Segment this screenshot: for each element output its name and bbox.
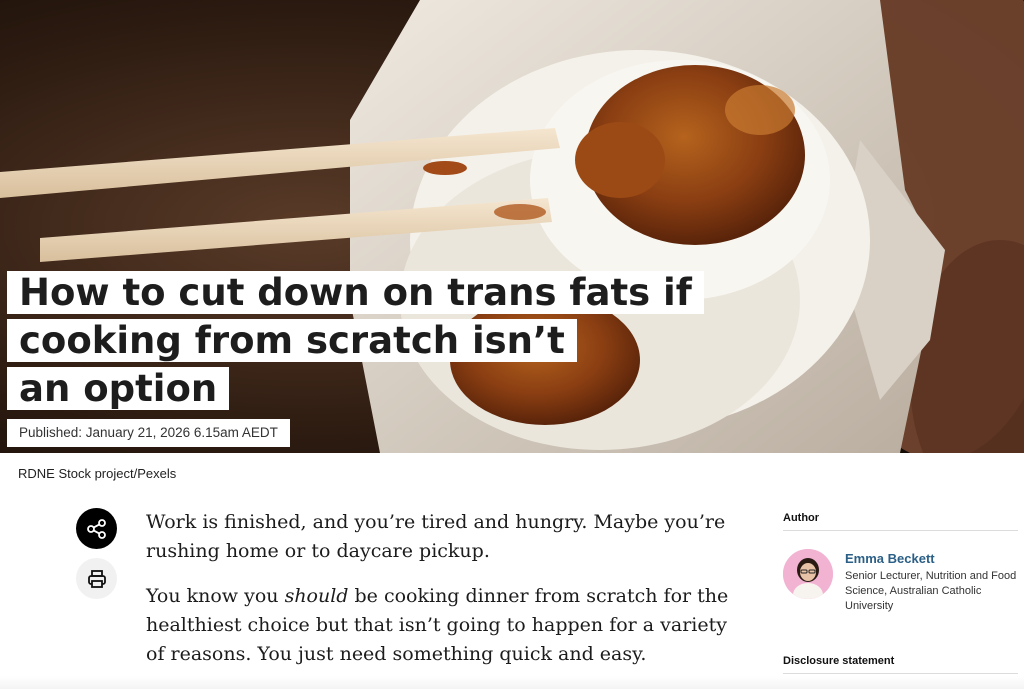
article-body: Work is finished, and you’re tired and h… bbox=[146, 508, 746, 685]
disclosure-heading: Disclosure statement bbox=[783, 655, 1018, 674]
published-date: Published: January 21, 2026 6.15am AEDT bbox=[7, 419, 290, 447]
article-paragraph: You know you should be cooking dinner fr… bbox=[146, 582, 746, 669]
printer-icon bbox=[87, 569, 106, 588]
article-title-line: How to cut down on trans fats if bbox=[7, 271, 704, 314]
article-paragraph: Work is finished, and you’re tired and h… bbox=[146, 511, 726, 562]
article-title-line: an option bbox=[7, 367, 230, 410]
share-icon bbox=[86, 518, 106, 539]
article-title: How to cut down on trans fats if cooking… bbox=[7, 269, 707, 413]
author-role: Senior Lecturer, Nutrition and Food Scie… bbox=[845, 570, 1017, 612]
print-button[interactable] bbox=[76, 558, 117, 599]
image-credit: RDNE Stock project/Pexels bbox=[18, 466, 177, 481]
author-avatar[interactable] bbox=[783, 549, 833, 599]
paragraph-emphasis: should bbox=[284, 585, 349, 607]
author-name-link[interactable]: Emma Beckett bbox=[845, 551, 935, 566]
hero-image: How to cut down on trans fats if cooking… bbox=[0, 0, 1024, 453]
share-button[interactable] bbox=[76, 508, 117, 549]
bottom-fade bbox=[0, 676, 1024, 689]
author-heading: Author bbox=[783, 512, 1018, 531]
author-photo bbox=[783, 549, 833, 599]
paragraph-text: You know you bbox=[146, 585, 285, 607]
article-title-line: cooking from scratch isn’t bbox=[7, 319, 577, 362]
